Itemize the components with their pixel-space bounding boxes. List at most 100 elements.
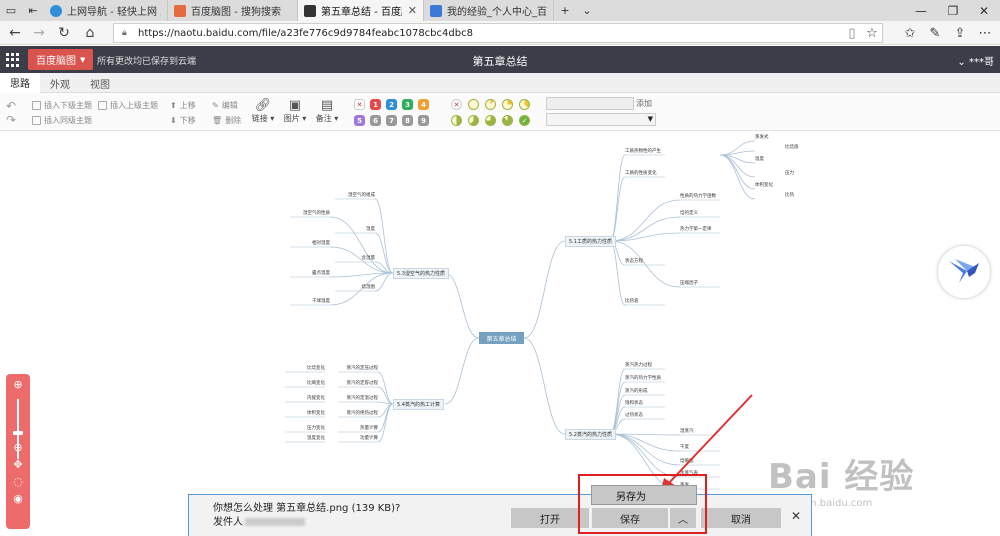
tag-input[interactable] [546, 97, 634, 110]
insert-parent-button[interactable]: 插入上级主题 [98, 100, 158, 111]
leaf-node[interactable]: 热力学第一定律 [680, 227, 712, 232]
leaf-node[interactable]: 性质的热力学函数 [680, 194, 716, 199]
save-as-menu-item[interactable]: 另存为 [591, 485, 697, 505]
back-icon[interactable]: ← [4, 23, 26, 43]
progress-6-icon[interactable] [485, 115, 496, 126]
delete-button[interactable]: 🗑︎ 删除 [212, 115, 241, 126]
leaf-node[interactable]: 蒸汽热力过程 [625, 363, 652, 368]
tab-view[interactable]: 视图 [80, 73, 120, 93]
priority-3-button[interactable]: 3 [402, 99, 413, 110]
leaf-node[interactable]: 水蒸气表 [680, 471, 698, 476]
leaf-node[interactable]: 湿蒸汽 [680, 429, 694, 434]
tag-select[interactable]: ▼ [546, 113, 656, 126]
browser-tab-2[interactable]: 百度脑图 - 搜狗搜索 [168, 0, 298, 21]
leaf-node[interactable]: 相对湿度 [312, 241, 330, 246]
leaf-node[interactable]: 蒸发式 [755, 135, 769, 140]
priority-4-button[interactable]: 4 [418, 99, 429, 110]
progress-3-icon[interactable] [519, 99, 530, 110]
progress-0-icon[interactable] [468, 99, 479, 110]
window-close-icon[interactable]: ✕ [968, 0, 1000, 21]
leaf-node[interactable]: 工质热物性的产生 [625, 149, 661, 154]
leaf-node[interactable]: 过热状态 [625, 413, 643, 418]
leaf-node[interactable]: 焓的定义 [680, 211, 698, 216]
image-button[interactable]: ▣ 图片 ▾ [279, 97, 311, 124]
leaf-node[interactable]: 露点温度 [312, 271, 330, 276]
leaf-node[interactable]: 状态方程 [625, 259, 643, 264]
progress-7-icon[interactable] [502, 115, 513, 126]
leaf-node[interactable]: 蒸汽的热力学性质 [625, 376, 661, 381]
minimize-icon[interactable]: — [905, 0, 937, 21]
link-button[interactable]: 🔗︎ 链接 ▾ [247, 97, 279, 124]
branch-node-b2[interactable]: 5.2蒸汽的热力性质 [565, 429, 616, 440]
priority-2-button[interactable]: 2 [386, 99, 397, 110]
zoom-out-icon[interactable]: ⊖ [11, 441, 25, 454]
add-tag-button[interactable]: 添加 [636, 98, 652, 109]
progress-2-icon[interactable] [502, 99, 513, 110]
tab-back-icon[interactable]: ⇤ [22, 0, 44, 21]
new-tab-icon[interactable]: + [554, 0, 576, 21]
edit-button[interactable]: ✎ 编辑 [212, 100, 238, 111]
leaf-node[interactable]: 湿空气的组成 [348, 193, 375, 198]
remove-progress-icon[interactable]: ✕ [451, 99, 462, 110]
reading-view-icon[interactable]: ▯ [842, 24, 862, 42]
leaf-node[interactable]: 湿空气的性质 [303, 211, 330, 216]
browser-tab-4[interactable]: 我的经验_个人中心_百度经验 [424, 0, 554, 21]
leaf-node[interactable]: 焓湿图 [362, 285, 376, 290]
progress-5-icon[interactable] [468, 115, 479, 126]
leaf-node[interactable]: 体积变化 [307, 411, 325, 416]
leaf-node[interactable]: 蒸汽的形成 [625, 389, 648, 394]
leaf-node[interactable]: 比热 [785, 193, 794, 198]
branch-node-b4[interactable]: 5.4蒸汽的热工计算 [393, 399, 444, 410]
leaf-node[interactable]: 饱和状态 [625, 401, 643, 406]
leaf-node[interactable]: 体积变化 [755, 183, 773, 188]
open-button[interactable]: 打开 [511, 508, 589, 528]
leaf-node[interactable]: 温度 [755, 157, 764, 162]
branch-node-b3[interactable]: 5.3湿空气的热力性质 [393, 268, 449, 279]
restore-icon[interactable]: ❐ [937, 0, 969, 21]
priority-7-button[interactable]: 7 [386, 115, 397, 126]
tab-appearance[interactable]: 外观 [40, 73, 80, 93]
leaf-node[interactable]: 焓熵图 [680, 459, 694, 464]
move-up-button[interactable]: ⬆ 上移 [170, 100, 196, 111]
leaf-node[interactable]: 湿度 [366, 227, 375, 232]
priority-5-button[interactable]: 5 [354, 115, 365, 126]
leaf-node[interactable]: 压力 [785, 171, 794, 176]
leaf-node[interactable]: 热量计算 [360, 426, 378, 431]
zoom-in-icon[interactable]: ⊕ [11, 378, 25, 391]
progress-1-icon[interactable] [485, 99, 496, 110]
leaf-node[interactable]: 比焓值 [785, 145, 799, 150]
priority-8-button[interactable]: 8 [402, 115, 413, 126]
browser-tab-1[interactable]: 上网导航 - 轻快上网 从这里 [44, 0, 168, 21]
move-down-button[interactable]: ⬇ 下移 [170, 115, 196, 126]
cancel-button[interactable]: 取消 [701, 508, 781, 528]
leaf-node[interactable]: 蒸汽的定容过程 [347, 381, 379, 386]
progress-4-icon[interactable] [451, 115, 462, 126]
browser-tab-3[interactable]: 第五章总结 - 百度脑图 ✕ [298, 0, 424, 21]
priority-6-button[interactable]: 6 [370, 115, 381, 126]
leaf-node[interactable]: 工质的性质变化 [625, 171, 657, 176]
redo-icon[interactable]: ↷ [6, 113, 16, 127]
user-menu[interactable]: ⌄ ***哥 [957, 53, 994, 68]
leaf-node[interactable]: 内能变化 [307, 396, 325, 401]
share-icon[interactable]: ⇪ [950, 24, 970, 42]
insert-child-button[interactable]: 插入下级主题 [32, 100, 92, 111]
note-button[interactable]: ▤ 备注 ▾ [311, 97, 343, 124]
tab-dropdown-icon[interactable]: ⌄ [576, 0, 598, 21]
leaf-node[interactable]: 功量计算 [360, 436, 378, 441]
root-node[interactable]: 第五章总结 [479, 332, 524, 344]
more-icon[interactable]: ⋯ [975, 24, 995, 42]
leaf-node[interactable]: 比焓变化 [307, 366, 325, 371]
save-options-chevron-icon[interactable]: ︿ [670, 508, 696, 528]
fit-view-icon[interactable]: ◌ [11, 475, 25, 488]
close-icon[interactable]: ✕ [791, 509, 801, 523]
refresh-icon[interactable]: ↻ [53, 23, 75, 43]
leaf-node[interactable]: 干度 [680, 445, 689, 450]
priority-1-button[interactable]: 1 [370, 99, 381, 110]
tab-list-icon[interactable]: ▭ [0, 0, 22, 21]
leaf-node[interactable]: 干球温度 [312, 299, 330, 304]
save-button[interactable]: 保存 [592, 508, 668, 528]
undo-icon[interactable]: ↶ [6, 99, 16, 113]
insert-sibling-button[interactable]: 插入同级主题 [32, 115, 92, 126]
url-field[interactable]: 🔒︎ https://naotu.baidu.com/file/a23fe776… [113, 23, 883, 43]
favorites-hub-icon[interactable]: ✩ [900, 24, 920, 42]
